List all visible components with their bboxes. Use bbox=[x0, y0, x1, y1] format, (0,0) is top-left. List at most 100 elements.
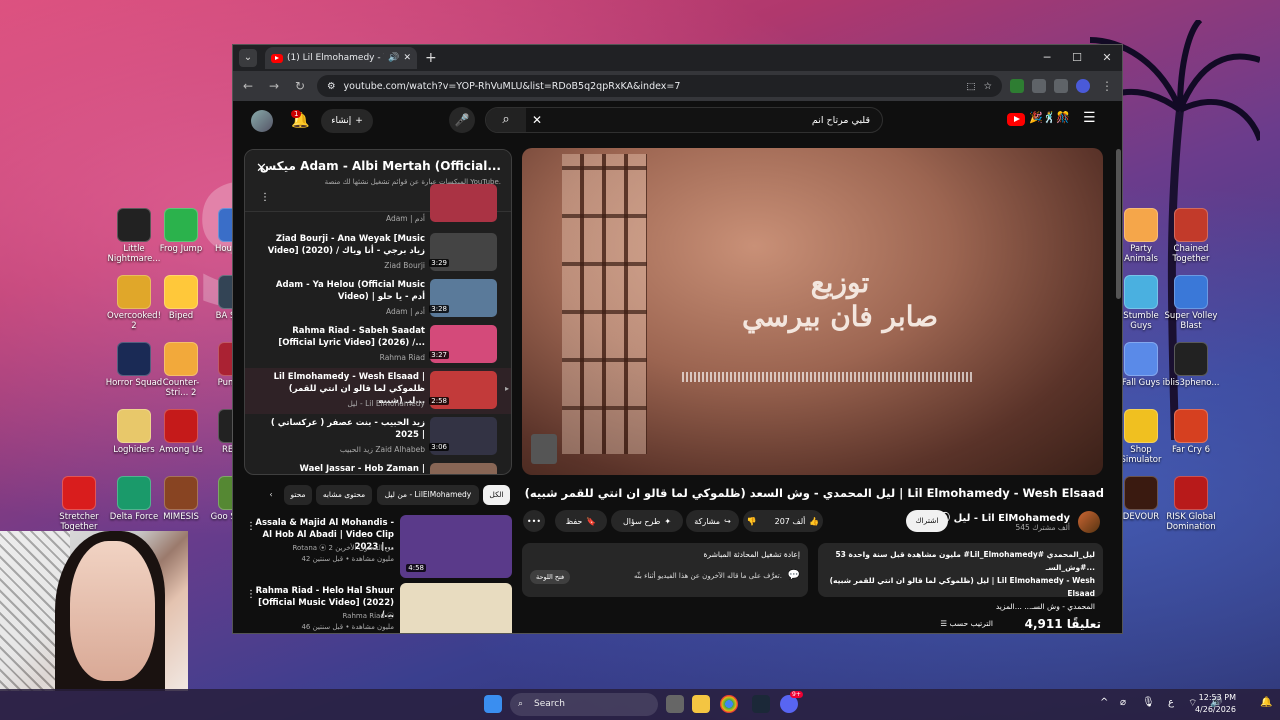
video-player[interactable]: توزيع صابر فان بيرسي bbox=[522, 148, 1103, 475]
youtube-header: 🔔 1 إنشاء + 🎤 ⌕ ✕ قلبي مرتاح انم 🎉🕺🎊 ☰ bbox=[233, 101, 1122, 141]
right-desktop-icon-5[interactable]: iblis3pheno... bbox=[1162, 342, 1220, 388]
chrome-menu-icon[interactable]: ⋮ bbox=[1098, 79, 1116, 93]
dislike-icon[interactable]: 👎 bbox=[747, 517, 757, 526]
guide-menu-icon[interactable]: ☰ bbox=[1083, 110, 1096, 126]
playlist-item[interactable]: Lil Elmohamedy - Wesh Elsaad | (ظلموكي ل… bbox=[245, 368, 511, 414]
search-button[interactable]: ⌕ bbox=[486, 108, 526, 132]
search-input[interactable]: قلبي مرتاح انم bbox=[542, 115, 882, 126]
taskbar-search-label: Search bbox=[534, 699, 565, 709]
caption-line-1: توزيع bbox=[810, 266, 870, 299]
microphone-icon[interactable]: 🎙 bbox=[1142, 697, 1155, 708]
app-icon bbox=[1124, 409, 1158, 443]
left-desktop-icon-12[interactable]: Stretcher Together bbox=[50, 476, 108, 532]
close-playlist-icon[interactable]: ✕ bbox=[256, 161, 267, 176]
left-desktop-icon-7[interactable]: Counter-Stri... 2 bbox=[152, 342, 210, 398]
network-off-icon[interactable]: ⌀ bbox=[1120, 697, 1126, 708]
create-button[interactable]: إنشاء + bbox=[321, 109, 373, 133]
ask-button[interactable]: طرح سؤال ✦ bbox=[611, 510, 683, 532]
site-info-icon[interactable]: ⚙ bbox=[327, 81, 336, 92]
right-desktop-icon-9[interactable]: RISK Global Domination bbox=[1162, 476, 1220, 532]
clock[interactable]: 12:53 PM 4/26/2026 bbox=[1195, 692, 1236, 716]
new-tab-button[interactable]: + bbox=[425, 50, 437, 66]
description-box[interactable]: 53 مليون مشاهدة قبل سنة واحدة #Lil_Elmoh… bbox=[818, 543, 1103, 611]
speaker-icon[interactable]: 🔊 bbox=[388, 53, 399, 63]
clear-search-icon[interactable]: ✕ bbox=[532, 113, 542, 127]
playlist-item[interactable]: Ziad Bourji - Ana Weyak [Music Video] (2… bbox=[245, 230, 511, 276]
channel-name[interactable]: ⦿ ليل - Lil ElMohamedy bbox=[940, 509, 1070, 524]
app-icon bbox=[1174, 476, 1208, 510]
media-control-icon[interactable] bbox=[1054, 79, 1068, 93]
chip-similar[interactable]: محتوى مشابه bbox=[316, 485, 372, 505]
desktop-icon-label: Counter-Stri... 2 bbox=[162, 378, 200, 398]
extension-badge-icon[interactable] bbox=[1010, 79, 1024, 93]
voice-search-mic-icon[interactable]: 🎤 bbox=[449, 107, 475, 133]
account-avatar[interactable] bbox=[251, 110, 273, 132]
steam-icon[interactable] bbox=[752, 695, 770, 713]
close-window-button[interactable]: ✕ bbox=[1092, 45, 1122, 71]
desktop-icon-label: Super Volley Blast bbox=[1164, 311, 1218, 331]
right-desktop-icon-1[interactable]: Chained Together bbox=[1162, 208, 1220, 264]
save-button[interactable]: حفظ 🔖 bbox=[555, 510, 607, 532]
left-desktop-icon-14[interactable]: MIMESIS bbox=[152, 476, 210, 522]
bookmark-star-icon[interactable]: ☆ bbox=[983, 81, 992, 92]
left-desktop-icon-1[interactable]: Frog Jump bbox=[152, 208, 210, 254]
page-scrollbar[interactable] bbox=[1116, 149, 1121, 299]
file-explorer-icon[interactable] bbox=[692, 695, 710, 713]
playlist-item[interactable]: Adam | أدم bbox=[245, 184, 511, 226]
extensions-puzzle-icon[interactable] bbox=[1032, 79, 1046, 93]
maximize-button[interactable]: ☐ bbox=[1062, 45, 1092, 71]
left-desktop-icon-4[interactable]: Biped bbox=[152, 275, 210, 321]
tab-close-icon[interactable]: ✕ bbox=[403, 53, 411, 63]
chips-prev-icon[interactable]: ‹ bbox=[260, 485, 282, 505]
notification-center-icon[interactable]: 🔔 bbox=[1260, 697, 1272, 708]
omnibox[interactable]: ⚙ youtube.com/watch?v=YOP-RhVuMLU&list=R… bbox=[317, 75, 1002, 97]
back-button[interactable]: ← bbox=[239, 79, 257, 93]
playlist-item[interactable]: Wael Jassar - Hob Zaman | bbox=[245, 460, 511, 474]
sort-comments-button[interactable]: ☰ الترتيب حسب bbox=[940, 619, 993, 628]
minimize-button[interactable]: ─ bbox=[1032, 45, 1062, 71]
desktop-icon-label: Far Cry 6 bbox=[1171, 445, 1211, 455]
forward-button[interactable]: → bbox=[265, 79, 283, 93]
right-desktop-icon-3[interactable]: Super Volley Blast bbox=[1162, 275, 1220, 331]
playlist-item[interactable]: Rahma Riad - Sabeh Saadat [Official Lyri… bbox=[245, 322, 511, 368]
youtube-doodle[interactable]: 🎉🕺🎊 bbox=[1029, 111, 1073, 127]
profile-icon[interactable] bbox=[1076, 79, 1090, 93]
task-view-icon[interactable] bbox=[666, 695, 684, 713]
active-tab[interactable]: (1) Lil Elmohamedy - Wesh Elsaad 🔊 ✕ bbox=[265, 47, 417, 69]
tab-search-button[interactable]: ⌄ bbox=[239, 49, 257, 67]
share-button[interactable]: مشاركة ↪ bbox=[686, 510, 739, 532]
language-indicator[interactable]: ع bbox=[1168, 697, 1174, 708]
rec-more-icon[interactable]: ⋮ bbox=[246, 589, 256, 600]
reload-button[interactable]: ↻ bbox=[291, 79, 309, 93]
playlist-title[interactable]: ميكس Adam - Albi Mertah (Official... bbox=[260, 159, 501, 173]
subscribe-button[interactable]: اشتراك bbox=[906, 510, 948, 532]
rec-views: 46 مليون مشاهدة • قبل سنتين bbox=[301, 623, 394, 631]
install-app-icon[interactable]: ⬚ bbox=[966, 81, 975, 92]
right-desktop-icon-7[interactable]: Far Cry 6 bbox=[1162, 409, 1220, 455]
recommendation-item[interactable]: Rahma Riad - Helo Hal Shuur [Official Mu… bbox=[244, 583, 512, 633]
recommendation-item[interactable]: Assala & Majid Al Mohandis - Al Hob Al A… bbox=[244, 515, 512, 579]
playlist-more-icon[interactable]: ⋮ bbox=[260, 192, 270, 203]
playlist-item[interactable]: Adam - Ya Helou (Official Music Video) |… bbox=[245, 276, 511, 322]
like-icon[interactable]: 👍 bbox=[809, 517, 819, 526]
like-count[interactable]: 207 ألف bbox=[775, 517, 806, 526]
comment-count: 4,911 تعليقًا bbox=[1024, 617, 1101, 631]
chip-from-channel[interactable]: من ليل - LilElMohamedy bbox=[377, 485, 479, 505]
clock-time: 12:53 PM bbox=[1198, 693, 1236, 702]
start-icon[interactable] bbox=[484, 695, 502, 713]
chip-all[interactable]: الكل bbox=[483, 485, 510, 505]
video-actions-row: ⦿ ليل - Lil ElMohamedy 545 ألف مشترك اشت… bbox=[523, 508, 1104, 536]
more-actions-button[interactable]: ••• bbox=[523, 510, 545, 532]
duration-badge: 3:27 bbox=[429, 351, 449, 359]
channel-avatar[interactable] bbox=[1078, 511, 1100, 533]
left-desktop-icon-10[interactable]: Among Us bbox=[152, 409, 210, 455]
youtube-logo-icon[interactable] bbox=[1007, 113, 1025, 126]
audio-waveform bbox=[682, 372, 972, 382]
rec-more-icon[interactable]: ⋮ bbox=[246, 521, 256, 532]
playlist-item[interactable]: زيد الحبيب - بنت عصفر ( عركساتي ) | 2025… bbox=[245, 414, 511, 460]
chip-4[interactable]: محتو bbox=[284, 485, 312, 505]
open-panel-button[interactable]: فتح اللوحة bbox=[530, 570, 571, 584]
taskbar-search[interactable]: ⌕ Search bbox=[510, 693, 658, 716]
chrome-icon[interactable] bbox=[720, 695, 738, 713]
tray-chevron-icon[interactable]: ^ bbox=[1100, 697, 1108, 708]
